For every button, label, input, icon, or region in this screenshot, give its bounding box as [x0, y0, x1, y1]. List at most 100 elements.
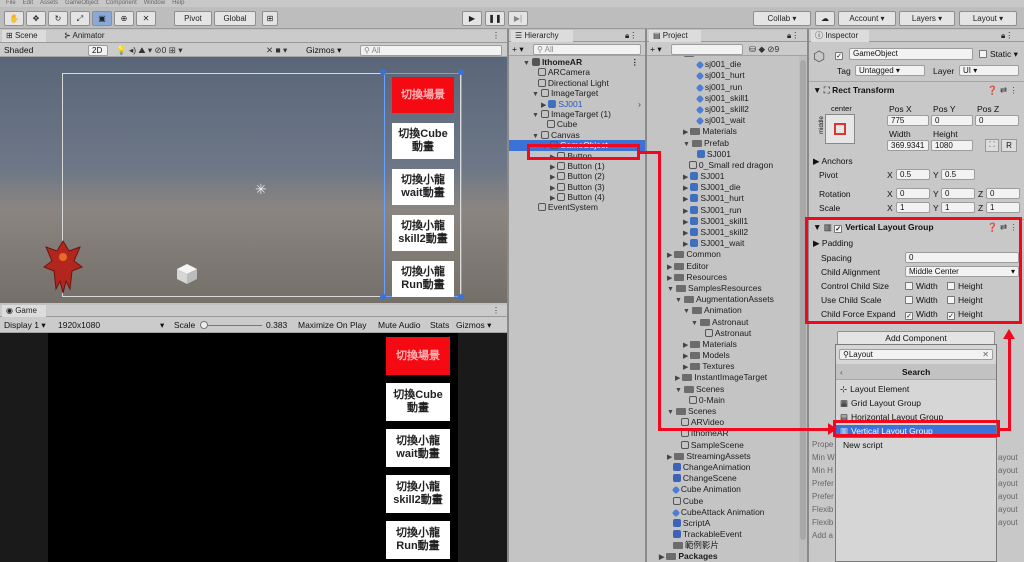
project-item[interactable]: sj001_wait: [647, 115, 799, 126]
expand-arrow-icon[interactable]: ▼: [523, 60, 530, 67]
scene-view[interactable]: ✳ 切換場景 切換Cube 動畫 切換小龍 wait動畫 切換小龍 skill2動畫切…: [0, 57, 507, 303]
expand-arrow-icon[interactable]: ▼: [667, 286, 674, 293]
project-item[interactable]: ChangeScene: [647, 473, 799, 484]
menu-item[interactable]: Assets: [40, 0, 58, 6]
collab-button[interactable]: Collab ▾: [753, 11, 811, 26]
hierarchy-item[interactable]: ▶ Button (2): [509, 171, 645, 181]
menu-item[interactable]: Edit: [23, 0, 33, 6]
tab-animator[interactable]: ⊱ Animator: [60, 30, 105, 42]
handle[interactable]: [380, 69, 386, 75]
expand-arrow-icon[interactable]: [691, 73, 695, 80]
project-item[interactable]: ▶ StreamingAssets: [647, 451, 799, 462]
menu-item[interactable]: Window: [144, 0, 165, 6]
tab-game[interactable]: ◉ Game: [2, 305, 46, 317]
game-gizmos-dropdown[interactable]: Gizmos ▾: [456, 320, 491, 331]
project-item[interactable]: ▶ Materials: [647, 126, 799, 137]
expand-arrow-icon[interactable]: ▶: [667, 264, 672, 271]
expand-arrow-icon[interactable]: [675, 443, 679, 450]
lock-icon[interactable]: 🔒︎⋮: [621, 30, 637, 42]
project-item[interactable]: ▶ Models: [647, 350, 799, 361]
expand-arrow-icon[interactable]: ▶: [683, 364, 688, 371]
expand-arrow-icon[interactable]: [691, 118, 695, 125]
raw-edit-button[interactable]: R: [1001, 139, 1017, 152]
expand-arrow-icon[interactable]: ▼: [667, 409, 674, 416]
rot-z-field[interactable]: 0: [986, 188, 1020, 199]
project-item[interactable]: ▼ SamplesResources: [647, 283, 799, 294]
scene-icons-row[interactable]: 💡 ◂) ⛰ ▾ ⊘0 ⊞ ▾: [116, 45, 183, 56]
handle[interactable]: [458, 294, 464, 300]
height-field[interactable]: 1080: [931, 140, 973, 151]
menu-item[interactable]: GameObject: [65, 0, 99, 6]
hierarchy-item[interactable]: Directional Light: [509, 78, 645, 88]
chevron-right-icon[interactable]: ›: [638, 99, 641, 109]
handle[interactable]: [380, 294, 386, 300]
project-item[interactable]: 範例影片: [647, 540, 799, 551]
expand-arrow-icon[interactable]: ▶: [683, 353, 688, 360]
grid-snap-button[interactable]: ⊞: [262, 11, 278, 26]
expand-arrow-icon[interactable]: [532, 70, 536, 77]
scale-z-field[interactable]: 1: [986, 202, 1020, 213]
hierarchy-item[interactable]: ▼ ImageTarget (1): [509, 109, 645, 119]
expand-arrow-icon[interactable]: ▶: [683, 174, 688, 181]
layout-dropdown[interactable]: Layout ▾: [959, 11, 1017, 26]
custom-tool-button[interactable]: ✕: [136, 11, 156, 26]
scene-search-input[interactable]: ⚲ All: [360, 45, 502, 56]
ui-button-1[interactable]: 切換場景: [386, 337, 450, 375]
rect-tool-button[interactable]: ▣: [92, 11, 112, 26]
expand-arrow-icon[interactable]: [691, 107, 695, 114]
lock-icon[interactable]: 🔒︎⋮: [997, 30, 1013, 42]
blueprint-mode-button[interactable]: ⛶: [985, 139, 999, 152]
expand-arrow-icon[interactable]: ▶: [550, 164, 555, 171]
pos-x-field[interactable]: 775: [887, 115, 929, 126]
result-item[interactable]: New script: [836, 439, 996, 452]
maximize-on-play-toggle[interactable]: Maximize On Play: [298, 320, 367, 330]
project-item[interactable]: ScriptA: [647, 518, 799, 529]
shading-dropdown[interactable]: Shaded: [4, 45, 33, 55]
expand-arrow-icon[interactable]: [691, 152, 695, 159]
expand-arrow-icon[interactable]: ▶: [683, 185, 688, 192]
expand-arrow-icon[interactable]: [667, 465, 671, 472]
expand-arrow-icon[interactable]: ▶: [683, 196, 688, 203]
project-item[interactable]: ▶ Textures: [647, 361, 799, 372]
project-filter-icons[interactable]: ⛁ ◆ ⊘9: [749, 44, 779, 55]
pivot-x-field[interactable]: 0.5: [896, 169, 930, 180]
display-dropdown[interactable]: Display 1 ▾: [4, 320, 46, 331]
project-item[interactable]: CubeAttack Animation: [647, 507, 799, 518]
menu-item[interactable]: Help: [172, 0, 184, 6]
component-menu-icon[interactable]: ❓ ⇄ ⋮: [987, 85, 1018, 96]
create-dropdown[interactable]: + ▾: [512, 44, 524, 55]
expand-arrow-icon[interactable]: [532, 81, 536, 88]
expand-arrow-icon[interactable]: ▶: [683, 241, 688, 248]
scale-slider-thumb[interactable]: [200, 321, 208, 329]
expand-arrow-icon[interactable]: [667, 476, 671, 483]
handle[interactable]: [458, 69, 464, 75]
context-menu-icon[interactable]: ⋮: [631, 57, 640, 67]
panel-menu-icon[interactable]: ⋮: [488, 30, 500, 42]
project-item[interactable]: ▶ SJ001_run: [647, 205, 799, 216]
hierarchy-search-input[interactable]: ⚲ All: [533, 44, 641, 55]
project-item[interactable]: TrackableEvent: [647, 529, 799, 540]
account-dropdown[interactable]: Account ▾: [838, 11, 896, 26]
hierarchy-item[interactable]: ▼ ImageTarget: [509, 88, 645, 98]
tag-dropdown[interactable]: Untagged ▾: [855, 65, 925, 76]
hierarchy-item[interactable]: ▶ Button (1): [509, 161, 645, 171]
back-arrow-icon[interactable]: ‹: [840, 367, 843, 377]
project-item[interactable]: SampleScene: [647, 440, 799, 451]
rot-y-field[interactable]: 0: [941, 188, 975, 199]
scene-tools-icon[interactable]: ✕ ■ ▾: [266, 45, 287, 56]
project-item[interactable]: ▼ Scenes: [647, 406, 799, 417]
ui-button-5[interactable]: 切換小龍 Run動畫: [392, 261, 454, 297]
tab-project[interactable]: ▤ Project: [649, 30, 701, 42]
expand-arrow-icon[interactable]: ▶: [667, 275, 672, 282]
project-item[interactable]: ChangeAnimation: [647, 462, 799, 473]
2d-toggle[interactable]: 2D: [88, 45, 108, 56]
project-item[interactable]: ▼ AugmentationAssets: [647, 294, 799, 305]
project-item[interactable]: sj001_skill1: [647, 93, 799, 104]
expand-arrow-icon[interactable]: [667, 499, 671, 506]
transform-tool-button[interactable]: ⊕: [114, 11, 134, 26]
rect-transform-header[interactable]: ▼ ⛶ Rect Transform: [813, 85, 894, 96]
expand-arrow-icon[interactable]: [691, 96, 695, 103]
scale-slider[interactable]: [200, 325, 262, 326]
project-item[interactable]: 0_Small red dragon: [647, 160, 799, 171]
pause-button[interactable]: ❚❚: [485, 11, 505, 26]
